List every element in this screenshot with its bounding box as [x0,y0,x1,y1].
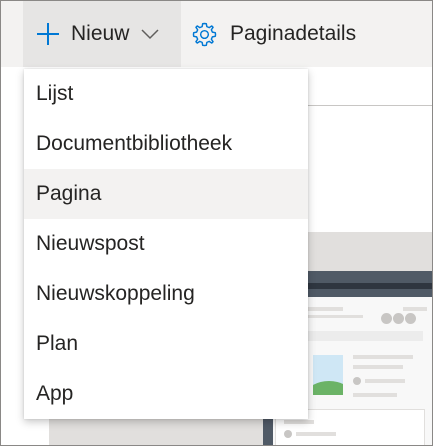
new-button-label: Nieuw [71,22,130,45]
page-details-label: Paginadetails [230,22,357,45]
thumbnail-line [353,355,413,359]
menu-item-label: Pagina [36,182,102,205]
menu-item-document-library[interactable]: Documentbibliotheek [24,119,308,169]
menu-item-app[interactable]: App [24,369,308,419]
thumbnail-dot [393,313,404,324]
thumbnail-dot [353,377,361,385]
thumbnail-dot [284,430,292,438]
menu-item-news-link[interactable]: Nieuwskoppeling [24,269,308,319]
thumbnail-line [353,393,397,397]
thumbnail-line [365,379,405,383]
menu-item-label: App [36,382,74,405]
new-button[interactable]: Nieuw [23,1,181,67]
thumbnail-line [403,307,427,311]
thumbnail-image [313,355,343,395]
menu-item-page[interactable]: Pagina [24,169,308,219]
thumbnail-dot [405,313,416,324]
menu-item-label: Nieuwspost [36,232,145,255]
chevron-down-icon [141,29,159,40]
menu-item-plan[interactable]: Plan [24,319,308,369]
thumbnail-dot [381,313,392,324]
command-bar: Nieuw Paginadetails [1,1,432,67]
page-divider [301,105,432,106]
menu-item-list[interactable]: Lijst [24,69,308,119]
menu-item-label: Documentbibliotheek [36,132,233,155]
menu-item-news-post[interactable]: Nieuwspost [24,219,308,269]
thumbnail-line [296,432,336,436]
thumbnail-line [284,420,314,424]
menu-item-label: Nieuwskoppeling [36,282,195,305]
new-dropdown-menu: Lijst Documentbibliotheek Pagina Nieuwsp… [24,69,308,419]
app-window: Nieuw Paginadetails Lijst Documentbiblio… [0,0,433,446]
plus-icon [37,23,59,45]
menu-item-label: Plan [36,332,79,355]
menu-item-label: Lijst [36,82,74,105]
page-details-button[interactable]: Paginadetails [191,1,356,67]
thumbnail-line [353,365,403,369]
gear-icon [192,22,217,46]
